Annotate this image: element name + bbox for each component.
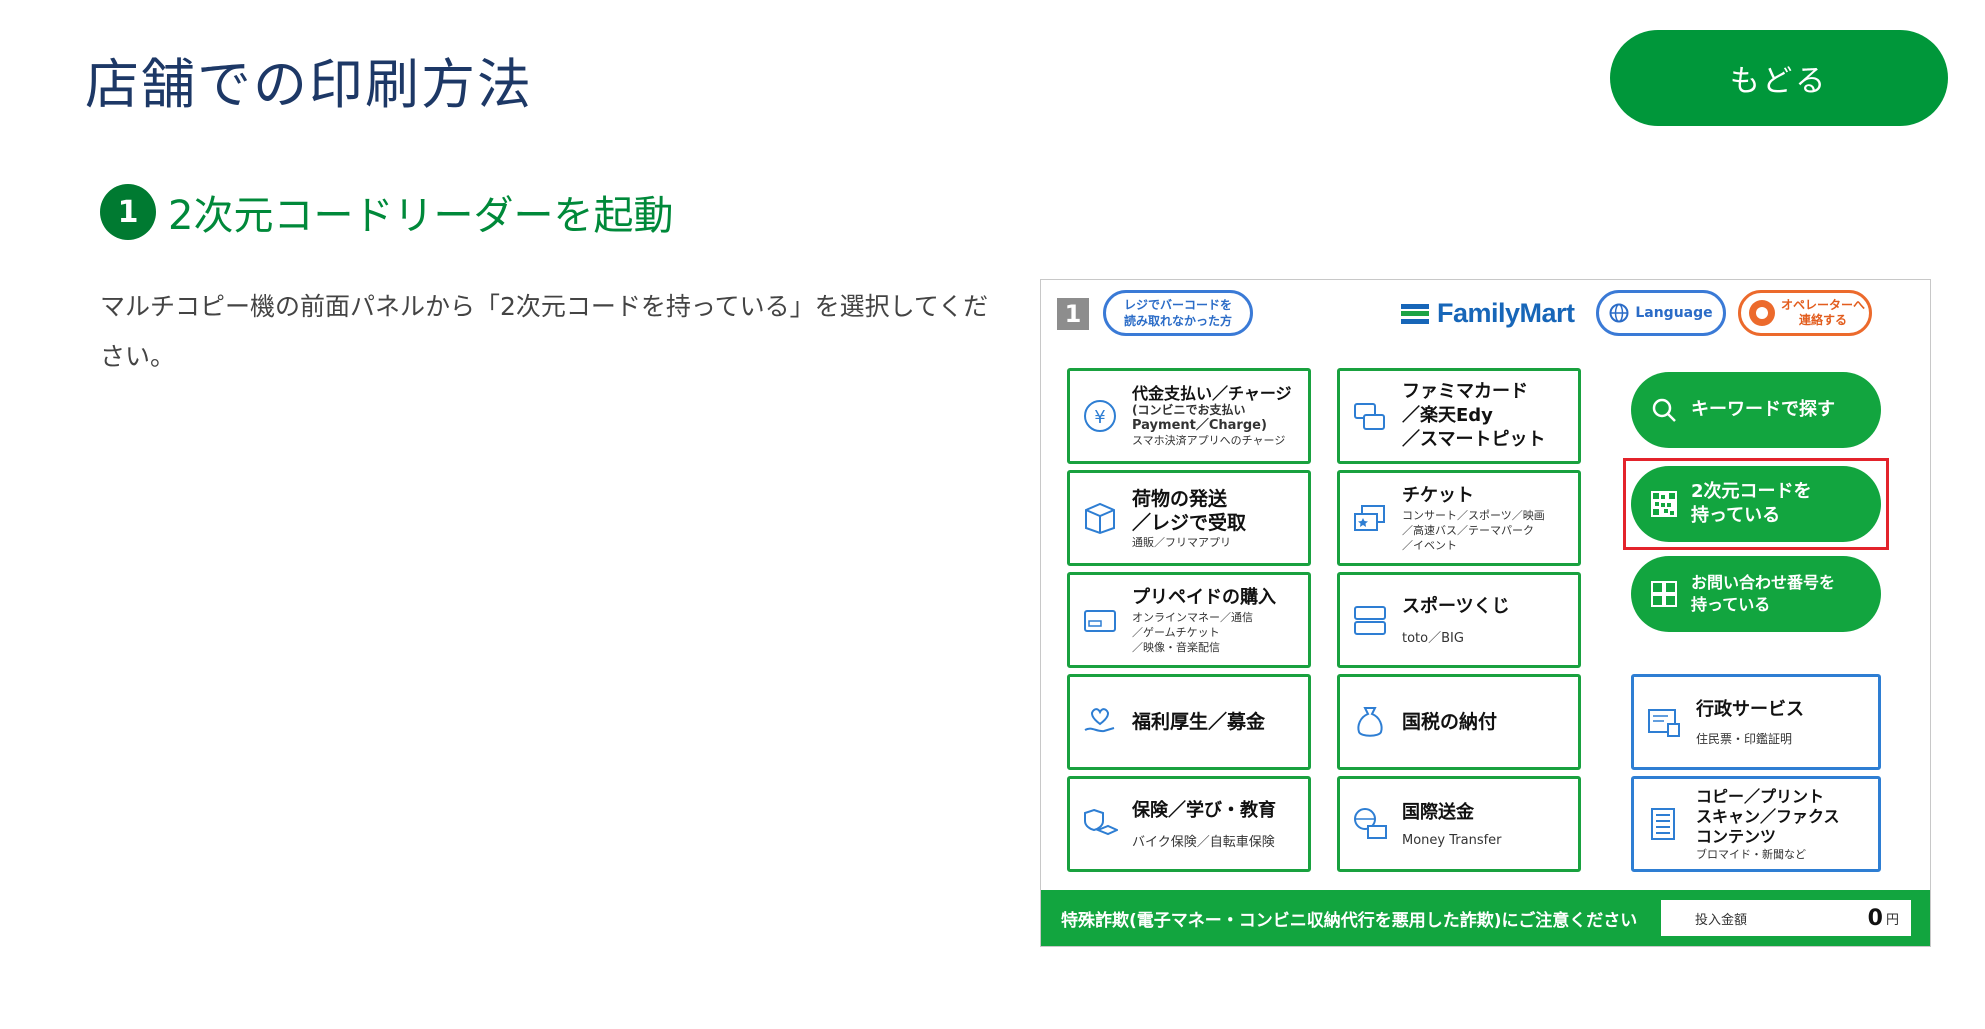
- globe-icon: [1609, 303, 1629, 323]
- cards-icon: [1354, 403, 1385, 430]
- tile-payment-sub1: (コンビニでお支払い: [1132, 403, 1246, 417]
- prepaid-card-icon: [1084, 610, 1116, 632]
- deposit-label: 投入金額: [1695, 912, 1748, 928]
- page-title: 店舗での印刷方法: [85, 53, 533, 116]
- qr-code-highlight-frame: [1623, 458, 1889, 550]
- lottery-icon: [1354, 606, 1386, 635]
- search-icon: [1652, 398, 1676, 422]
- step-number-badge: 1: [100, 184, 156, 240]
- svg-text:¥: ¥: [1094, 407, 1105, 428]
- tile-copy-line1: コピー／プリント: [1696, 786, 1825, 806]
- globe-money-icon: [1354, 808, 1387, 839]
- tile-copy-line3: コンテンツ: [1696, 826, 1777, 846]
- step-description: マルチコピー機の前面パネルから「2次元コードを持っている」を選択してください。: [100, 292, 989, 371]
- box-icon: [1085, 502, 1115, 535]
- operator-button: オペレーターへ 連絡する: [1738, 290, 1872, 336]
- tile-welfare-title: 福利厚生／募金: [1132, 711, 1266, 733]
- keyword-search-label: キーワードで探す: [1691, 399, 1835, 420]
- tile-payment: ¥ 代金支払い／チャージ (コンビニでお支払い Payment／Charge) …: [1067, 368, 1311, 464]
- tile-insurance: 保険／学び・教育 バイク保険／自転車保険: [1067, 776, 1311, 872]
- keyword-search-button: キーワードで探す: [1631, 372, 1881, 448]
- tile-ticket-title: チケット: [1402, 484, 1474, 506]
- tile-payment-sub3: スマホ決済アプリへのチャージ: [1132, 434, 1286, 447]
- deposit-amount-box: 投入金額 0 円: [1661, 900, 1911, 936]
- tile-copy: コピー／プリント スキャン／ファクス コンテンツ ブロマイド・新聞など: [1631, 776, 1881, 872]
- tile-famimacard-line3: ／スマートピット: [1402, 429, 1546, 450]
- inquiry-line1: お問い合わせ番号を: [1691, 573, 1836, 592]
- multicopy-panel-image: 1 レジでバーコードを 読み取れなかった方 FamilyMart Language…: [1040, 279, 1931, 947]
- operator-line2: 連絡する: [1799, 313, 1848, 327]
- tile-prepaid-sub2: ／ゲームチケット: [1132, 625, 1220, 639]
- heart-hand-icon: [1084, 708, 1115, 733]
- tax-bag-icon: [1357, 707, 1383, 737]
- tile-prepaid-title: プリペイドの購入: [1132, 586, 1276, 608]
- tile-payment-title: 代金支払い／チャージ: [1132, 384, 1292, 403]
- tile-sports-sub: toto／BIG: [1402, 630, 1464, 646]
- step-title: 2次元コードリーダーを起動: [168, 193, 674, 239]
- tile-copy-sub: ブロマイド・新聞など: [1696, 847, 1806, 861]
- tile-parcel-line2: ／レジで受取: [1132, 511, 1247, 534]
- tile-parcel-sub: 通販／フリマアプリ: [1132, 535, 1231, 549]
- fraud-notice-bar: 特殊詐欺(電子マネー・コンビニ収納代行を悪用した詐欺)にご注意ください 投入金額…: [1041, 890, 1930, 946]
- operator-icon: [1749, 300, 1775, 326]
- tile-ticket-sub2: ／高速バス／テーマパーク: [1402, 523, 1534, 537]
- copier-icon: [1651, 808, 1675, 840]
- tile-famimacard-line1: ファミマカード: [1402, 381, 1528, 402]
- familymart-logo: FamilyMart: [1401, 298, 1575, 329]
- tile-famimacard: ファミマカード ／楽天Edy ／スマートピット: [1337, 368, 1581, 464]
- barcode-help-line2: 読み取れなかった方: [1123, 314, 1232, 328]
- tile-admin-sub: 住民票・印鑑証明: [1696, 731, 1793, 746]
- tile-ticket-sub1: コンサート／スポーツ／映画: [1402, 508, 1545, 522]
- tile-admin: 行政サービス 住民票・印鑑証明: [1631, 674, 1881, 770]
- fraud-notice-text: 特殊詐欺(電子マネー・コンビニ収納代行を悪用した詐欺)にご注意ください: [1061, 911, 1638, 931]
- deposit-value: 0: [1867, 905, 1883, 931]
- document-stamp-icon: [1648, 709, 1680, 737]
- back-button[interactable]: もどる: [1610, 30, 1948, 126]
- shield-graduation-icon: [1084, 808, 1118, 836]
- tile-parcel-line1: 荷物の発送: [1132, 487, 1228, 510]
- tile-sports-title: スポーツくじ: [1402, 595, 1510, 617]
- keypad-icon: [1651, 581, 1677, 607]
- screen-number: 1: [1057, 298, 1089, 330]
- tile-prepaid: プリペイドの購入 オンラインマネー／通信 ／ゲームチケット ／映像・音楽配信: [1067, 572, 1311, 668]
- step-heading: 1 2次元コードリーダーを起動: [100, 183, 673, 241]
- tile-famimacard-line2: ／楽天Edy: [1402, 405, 1493, 426]
- tile-payment-sub2: Payment／Charge): [1132, 418, 1267, 433]
- familymart-mark-icon: [1401, 303, 1429, 324]
- barcode-help-button: レジでバーコードを 読み取れなかった方: [1103, 290, 1253, 336]
- tile-remit: 国際送金 Money Transfer: [1337, 776, 1581, 872]
- inquiry-line2: 持っている: [1691, 595, 1771, 614]
- brand-name: FamilyMart: [1437, 298, 1575, 328]
- tile-tax-title: 国税の納付: [1402, 711, 1498, 733]
- tile-prepaid-sub1: オンラインマネー／通信: [1132, 610, 1253, 624]
- tile-tax: 国税の納付: [1337, 674, 1581, 770]
- ticket-icon: [1354, 505, 1385, 531]
- tile-remit-sub: Money Transfer: [1402, 832, 1502, 848]
- language-button: Language: [1596, 290, 1726, 336]
- tile-insurance-title: 保険／学び・教育: [1132, 799, 1276, 821]
- tile-welfare: 福利厚生／募金: [1067, 674, 1311, 770]
- inquiry-number-button: お問い合わせ番号を 持っている: [1631, 556, 1881, 632]
- tile-prepaid-sub3: ／映像・音楽配信: [1132, 640, 1220, 654]
- language-label: Language: [1635, 305, 1713, 321]
- tile-ticket: チケット コンサート／スポーツ／映画 ／高速バス／テーマパーク ／イベント: [1337, 470, 1581, 566]
- yen-icon: ¥: [1084, 400, 1116, 432]
- tile-remit-title: 国際送金: [1402, 801, 1474, 823]
- tile-insurance-sub: バイク保険／自転車保険: [1132, 834, 1275, 850]
- tile-ticket-sub3: ／イベント: [1402, 538, 1457, 552]
- tile-parcel: 荷物の発送 ／レジで受取 通販／フリマアプリ: [1067, 470, 1311, 566]
- tile-sports: スポーツくじ toto／BIG: [1337, 572, 1581, 668]
- deposit-unit: 円: [1885, 912, 1899, 928]
- barcode-help-line1: レジでバーコードを: [1123, 298, 1232, 312]
- tile-admin-title: 行政サービス: [1696, 698, 1804, 720]
- operator-line1: オペレーターへ: [1781, 298, 1866, 312]
- tile-copy-line2: スキャン／ファクス: [1696, 806, 1840, 826]
